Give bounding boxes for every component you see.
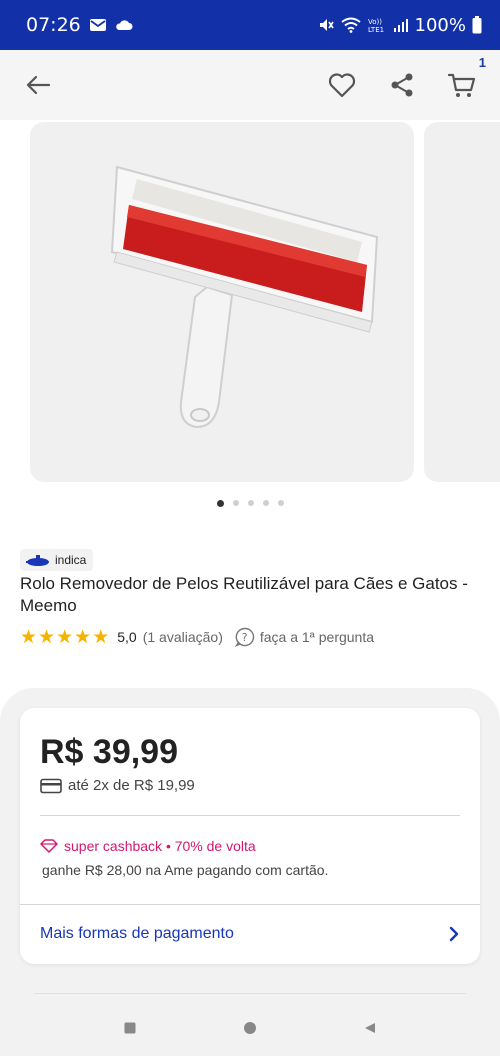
svg-text:LTE1: LTE1 bbox=[368, 26, 384, 34]
chevron-right-icon bbox=[448, 926, 460, 942]
star-icon: ★ bbox=[20, 626, 38, 648]
gallery-dot[interactable] bbox=[277, 500, 284, 506]
product-image[interactable] bbox=[30, 122, 414, 482]
cashback-text: super cashback • 70% de volta bbox=[64, 838, 256, 854]
question-icon: ? bbox=[234, 627, 255, 647]
installments: até 2x de R$ 19,99 bbox=[40, 777, 195, 794]
divider bbox=[34, 993, 466, 994]
share-button[interactable] bbox=[384, 67, 420, 103]
gallery-dot[interactable] bbox=[247, 500, 254, 506]
star-icon: ★ bbox=[74, 626, 92, 648]
lint-roller-image bbox=[110, 165, 379, 429]
gallery-dots bbox=[0, 500, 500, 507]
app-header: 1 bbox=[0, 50, 500, 120]
back-icon bbox=[365, 1023, 376, 1033]
rating-score: 5,0 bbox=[117, 629, 137, 645]
cart-icon bbox=[448, 73, 476, 97]
system-back-button[interactable] bbox=[364, 1022, 376, 1034]
cashback-info: super cashback • 70% de volta bbox=[40, 838, 256, 854]
cloud-icon bbox=[115, 19, 133, 31]
next-product-image[interactable] bbox=[424, 122, 500, 482]
share-icon bbox=[391, 73, 413, 97]
home-button[interactable] bbox=[243, 1021, 257, 1035]
price-card: R$ 39,99 até 2x de R$ 19,99 super cashba… bbox=[20, 708, 480, 964]
gallery-dot[interactable] bbox=[232, 500, 239, 506]
status-time: 07:26 bbox=[26, 14, 81, 36]
star-icon: ★ bbox=[38, 626, 56, 648]
divider bbox=[40, 815, 460, 816]
mute-icon bbox=[317, 16, 335, 34]
svg-text:Vo)): Vo)) bbox=[368, 18, 382, 26]
ame-text: ganhe R$ 28,00 na Ame pagando com cartão… bbox=[42, 862, 329, 878]
cart-button[interactable]: 1 bbox=[444, 55, 486, 103]
battery-text: 100% bbox=[414, 14, 466, 36]
status-bar: 07:26 Vo)) LTE1 100% bbox=[0, 0, 500, 50]
wifi-icon bbox=[340, 17, 361, 33]
reviews-link[interactable]: (1 avaliação) bbox=[143, 629, 223, 645]
gallery-dot[interactable] bbox=[216, 500, 224, 507]
credit-card-icon bbox=[40, 778, 62, 793]
ask-question-link[interactable]: ? faça a 1ª pergunta bbox=[234, 627, 375, 647]
diamond-icon bbox=[40, 839, 58, 853]
rating-stars[interactable]: ★ ★ ★ ★ ★ bbox=[20, 628, 109, 647]
rating-row: ★ ★ ★ ★ ★ 5,0 (1 avaliação) ? faça a 1ª … bbox=[20, 627, 374, 647]
more-payment-options-label: Mais formas de pagamento bbox=[40, 925, 234, 942]
favorite-button[interactable] bbox=[324, 67, 360, 103]
svg-text:?: ? bbox=[242, 631, 248, 644]
product-title: Rolo Removedor de Pelos Reutilizável par… bbox=[20, 574, 468, 615]
back-button[interactable] bbox=[20, 67, 56, 103]
star-icon: ★ bbox=[92, 626, 110, 648]
arrow-left-icon bbox=[26, 75, 51, 95]
system-nav-bar bbox=[0, 1000, 500, 1056]
volte-icon: Vo)) LTE1 bbox=[367, 16, 387, 34]
star-icon: ★ bbox=[56, 626, 74, 648]
badge-label: indica bbox=[55, 553, 87, 567]
cart-count-badge: 1 bbox=[478, 55, 486, 70]
indica-badge: indica bbox=[20, 549, 94, 571]
battery-icon bbox=[472, 16, 482, 34]
product-gallery[interactable] bbox=[0, 120, 500, 490]
price-amount: R$ 39,99 bbox=[40, 733, 178, 771]
ask-question-label: faça a 1ª pergunta bbox=[259, 629, 375, 645]
home-icon bbox=[243, 1022, 256, 1034]
recents-icon bbox=[124, 1022, 136, 1034]
submarine-icon bbox=[26, 555, 49, 566]
signal-icon bbox=[393, 17, 409, 33]
heart-icon bbox=[328, 73, 356, 98]
email-icon bbox=[89, 18, 107, 32]
gallery-dot[interactable] bbox=[262, 500, 269, 506]
more-payment-options-button[interactable]: Mais formas de pagamento bbox=[20, 904, 480, 964]
installments-text: até 2x de R$ 19,99 bbox=[68, 777, 195, 794]
recents-button[interactable] bbox=[124, 1022, 136, 1034]
